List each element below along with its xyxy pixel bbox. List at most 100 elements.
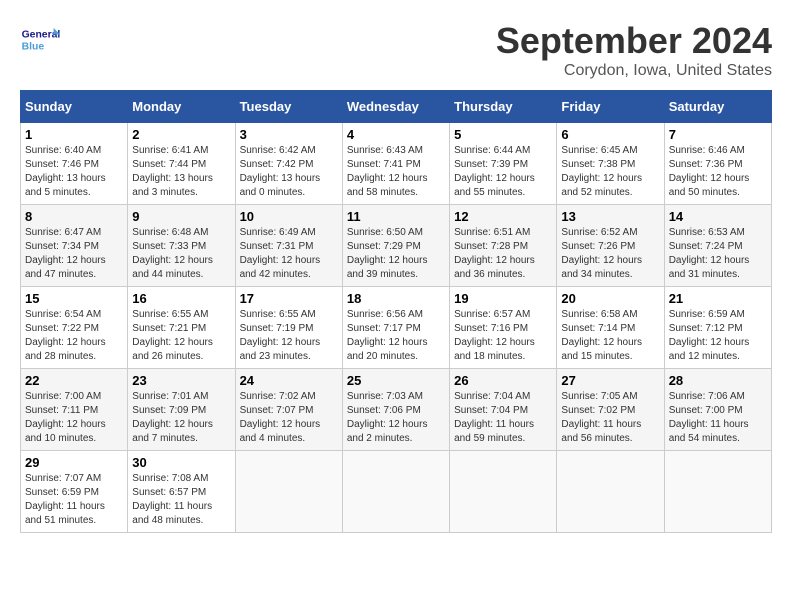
col-tuesday: Tuesday (235, 91, 342, 123)
col-saturday: Saturday (664, 91, 771, 123)
day-info: Sunrise: 6:50 AMSunset: 7:29 PMDaylight:… (347, 226, 445, 282)
calendar-table: Sunday Monday Tuesday Wednesday Thursday… (20, 90, 772, 533)
calendar-cell (450, 451, 557, 533)
day-number: 9 (132, 209, 230, 224)
day-info: Sunrise: 6:40 AMSunset: 7:46 PMDaylight:… (25, 144, 123, 200)
day-info: Sunrise: 6:42 AMSunset: 7:42 PMDaylight:… (240, 144, 338, 200)
page-header: General Blue September 2024 Corydon, Iow… (20, 20, 772, 80)
calendar-cell: 16Sunrise: 6:55 AMSunset: 7:21 PMDayligh… (128, 287, 235, 369)
day-number: 27 (561, 373, 659, 388)
day-number: 29 (25, 455, 123, 470)
day-number: 1 (25, 127, 123, 142)
day-number: 12 (454, 209, 552, 224)
calendar-cell: 12 Sunrise: 6:51 AMSunset: 7:28 PMDayligh… (450, 205, 557, 287)
col-monday: Monday (128, 91, 235, 123)
day-number: 16 (132, 291, 230, 306)
calendar-week-row: 1 Sunrise: 6:40 AMSunset: 7:46 PMDaylight… (21, 123, 772, 205)
day-info: Sunrise: 6:49 AMSunset: 7:31 PMDaylight:… (240, 226, 338, 282)
day-info: Sunrise: 7:05 AMSunset: 7:02 PMDaylight:… (561, 390, 659, 446)
calendar-cell: 9 Sunrise: 6:48 AMSunset: 7:33 PMDaylight… (128, 205, 235, 287)
col-wednesday: Wednesday (342, 91, 449, 123)
day-info: Sunrise: 6:48 AMSunset: 7:33 PMDaylight:… (132, 226, 230, 282)
day-number: 4 (347, 127, 445, 142)
calendar-cell: 5 Sunrise: 6:44 AMSunset: 7:39 PMDaylight… (450, 123, 557, 205)
day-number: 30 (132, 455, 230, 470)
day-number: 25 (347, 373, 445, 388)
calendar-cell: 18 Sunrise: 6:56 AMSunset: 7:17 PMDayligh… (342, 287, 449, 369)
day-info: Sunrise: 6:57 AMSunset: 7:16 PMDaylight:… (454, 308, 552, 364)
day-number: 11 (347, 209, 445, 224)
calendar-cell: 10 Sunrise: 6:49 AMSunset: 7:31 PMDayligh… (235, 205, 342, 287)
day-info: Sunrise: 7:00 AMSunset: 7:11 PMDaylight:… (25, 390, 123, 446)
calendar-cell: 26 Sunrise: 7:04 AMSunset: 7:04 PMDayligh… (450, 369, 557, 451)
calendar-cell: 29Sunrise: 7:07 AMSunset: 6:59 PMDayligh… (21, 451, 128, 533)
day-number: 10 (240, 209, 338, 224)
location: Corydon, Iowa, United States (496, 62, 772, 80)
day-info: Sunrise: 6:52 AMSunset: 7:26 PMDaylight:… (561, 226, 659, 282)
calendar-cell: 22Sunrise: 7:00 AMSunset: 7:11 PMDayligh… (21, 369, 128, 451)
calendar-cell: 4 Sunrise: 6:43 AMSunset: 7:41 PMDaylight… (342, 123, 449, 205)
calendar-cell: 27 Sunrise: 7:05 AMSunset: 7:02 PMDayligh… (557, 369, 664, 451)
day-number: 26 (454, 373, 552, 388)
col-friday: Friday (557, 91, 664, 123)
day-info: Sunrise: 6:44 AMSunset: 7:39 PMDaylight:… (454, 144, 552, 200)
title-block: September 2024 Corydon, Iowa, United Sta… (496, 20, 772, 80)
day-info: Sunrise: 6:43 AMSunset: 7:41 PMDaylight:… (347, 144, 445, 200)
day-info: Sunrise: 6:41 AMSunset: 7:44 PMDaylight:… (132, 144, 230, 200)
calendar-header-row: Sunday Monday Tuesday Wednesday Thursday… (21, 91, 772, 123)
day-info: Sunrise: 6:59 AMSunset: 7:12 PMDaylight:… (669, 308, 767, 364)
day-number: 13 (561, 209, 659, 224)
day-number: 2 (132, 127, 230, 142)
col-sunday: Sunday (21, 91, 128, 123)
day-info: Sunrise: 6:56 AMSunset: 7:17 PMDaylight:… (347, 308, 445, 364)
calendar-cell: 30 Sunrise: 7:08 AMSunset: 6:57 PMDayligh… (128, 451, 235, 533)
svg-text:Blue: Blue (22, 42, 45, 53)
day-info: Sunrise: 6:53 AMSunset: 7:24 PMDaylight:… (669, 226, 767, 282)
day-number: 21 (669, 291, 767, 306)
month-title: September 2024 (496, 20, 772, 62)
day-number: 18 (347, 291, 445, 306)
calendar-cell: 17Sunrise: 6:55 AMSunset: 7:19 PMDayligh… (235, 287, 342, 369)
day-info: Sunrise: 6:46 AMSunset: 7:36 PMDaylight:… (669, 144, 767, 200)
calendar-cell: 23 Sunrise: 7:01 AMSunset: 7:09 PMDayligh… (128, 369, 235, 451)
logo-icon: General Blue (20, 20, 60, 60)
calendar-cell (557, 451, 664, 533)
calendar-cell: 3 Sunrise: 6:42 AMSunset: 7:42 PMDaylight… (235, 123, 342, 205)
calendar-cell: 21 Sunrise: 6:59 AMSunset: 7:12 PMDayligh… (664, 287, 771, 369)
calendar-week-row: 22Sunrise: 7:00 AMSunset: 7:11 PMDayligh… (21, 369, 772, 451)
day-number: 19 (454, 291, 552, 306)
day-number: 5 (454, 127, 552, 142)
calendar-cell: 15Sunrise: 6:54 AMSunset: 7:22 PMDayligh… (21, 287, 128, 369)
calendar-cell: 14Sunrise: 6:53 AMSunset: 7:24 PMDayligh… (664, 205, 771, 287)
calendar-cell: 1 Sunrise: 6:40 AMSunset: 7:46 PMDaylight… (21, 123, 128, 205)
calendar-week-row: 8Sunrise: 6:47 AMSunset: 7:34 PMDaylight… (21, 205, 772, 287)
calendar-cell (664, 451, 771, 533)
day-number: 3 (240, 127, 338, 142)
day-number: 28 (669, 373, 767, 388)
calendar-cell: 6 Sunrise: 6:45 AMSunset: 7:38 PMDaylight… (557, 123, 664, 205)
day-info: Sunrise: 7:03 AMSunset: 7:06 PMDaylight:… (347, 390, 445, 446)
day-info: Sunrise: 7:08 AMSunset: 6:57 PMDaylight:… (132, 472, 230, 528)
calendar-cell (235, 451, 342, 533)
col-thursday: Thursday (450, 91, 557, 123)
calendar-cell: 28Sunrise: 7:06 AMSunset: 7:00 PMDayligh… (664, 369, 771, 451)
day-number: 24 (240, 373, 338, 388)
day-number: 23 (132, 373, 230, 388)
day-info: Sunrise: 7:02 AMSunset: 7:07 PMDaylight:… (240, 390, 338, 446)
day-info: Sunrise: 6:45 AMSunset: 7:38 PMDaylight:… (561, 144, 659, 200)
day-info: Sunrise: 7:04 AMSunset: 7:04 PMDaylight:… (454, 390, 552, 446)
calendar-week-row: 29Sunrise: 7:07 AMSunset: 6:59 PMDayligh… (21, 451, 772, 533)
calendar-cell: 19 Sunrise: 6:57 AMSunset: 7:16 PMDayligh… (450, 287, 557, 369)
day-number: 20 (561, 291, 659, 306)
calendar-cell: 2 Sunrise: 6:41 AMSunset: 7:44 PMDaylight… (128, 123, 235, 205)
day-number: 7 (669, 127, 767, 142)
calendar-week-row: 15Sunrise: 6:54 AMSunset: 7:22 PMDayligh… (21, 287, 772, 369)
calendar-cell: 13 Sunrise: 6:52 AMSunset: 7:26 PMDayligh… (557, 205, 664, 287)
day-number: 8 (25, 209, 123, 224)
day-number: 6 (561, 127, 659, 142)
logo: General Blue (20, 20, 64, 60)
day-info: Sunrise: 6:51 AMSunset: 7:28 PMDaylight:… (454, 226, 552, 282)
day-info: Sunrise: 7:01 AMSunset: 7:09 PMDaylight:… (132, 390, 230, 446)
calendar-cell (342, 451, 449, 533)
day-info: Sunrise: 6:55 AMSunset: 7:19 PMDaylight:… (240, 308, 338, 364)
